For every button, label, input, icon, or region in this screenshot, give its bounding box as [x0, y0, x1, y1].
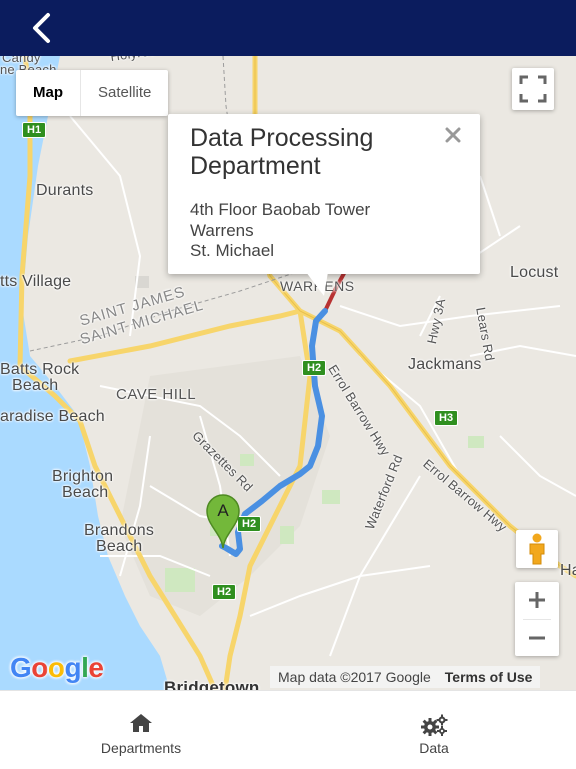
app-bar [0, 0, 576, 56]
map-label-bridgetown: Bridgetown [164, 678, 260, 690]
home-icon [130, 714, 152, 732]
marker-label: A [217, 501, 229, 520]
map-label-locust: Locust [510, 264, 559, 281]
plus-icon [529, 592, 545, 608]
tab-data[interactable]: Data [384, 691, 484, 769]
info-window-address: 4th Floor Baobab Tower Warrens St. Micha… [190, 200, 370, 262]
map-view[interactable]: Candy ne Beach Holyrood Rd Durants Locus… [0, 56, 576, 690]
map-data-text: Map data ©2017 Google [278, 669, 431, 685]
info-window-close-button[interactable] [442, 124, 464, 146]
map-label-ha: Ha [560, 562, 576, 579]
map-attribution: Map data ©2017 Google Terms of Use [270, 666, 541, 688]
tab-label: Data [419, 740, 449, 756]
map-label-jackmans: Jackmans [408, 356, 482, 373]
address-line: St. Michael [190, 241, 275, 260]
street-view-pegman-button[interactable] [516, 530, 558, 568]
gears-icon [421, 714, 448, 736]
terms-of-use-link[interactable]: Terms of Use [445, 669, 533, 685]
fullscreen-icon [519, 75, 547, 103]
map-type-satellite-button[interactable]: Satellite [81, 70, 168, 116]
map-label-cave-hill: CAVE HILL [116, 386, 197, 403]
info-window-tail [306, 272, 328, 296]
info-window-title: Data Processing Department [190, 124, 374, 180]
highway-shield-h2: H2 [302, 360, 327, 376]
fullscreen-button[interactable] [512, 68, 554, 110]
zoom-in-button[interactable] [515, 582, 559, 618]
bottom-tab-bar: Departments Data [0, 690, 576, 769]
minus-icon [529, 636, 545, 640]
address-line: 4th Floor Baobab Tower [190, 200, 371, 219]
map-label-paradise-beach: aradise Beach [0, 408, 105, 425]
zoom-out-button[interactable] [515, 620, 559, 656]
highway-shield-h1: H1 [22, 122, 47, 138]
google-logo: Google [10, 652, 104, 683]
close-icon [445, 127, 461, 143]
map-marker-a[interactable]: A [205, 493, 241, 549]
map-label-durants: Durants [36, 182, 94, 199]
map-label-brandons-beach: Beach [96, 538, 143, 555]
back-button[interactable] [22, 10, 62, 46]
pegman-icon [529, 533, 545, 565]
info-window: Data Processing Department 4th Floor Bao… [168, 114, 480, 274]
highway-shield-h3: H3 [434, 410, 459, 426]
tab-label: Departments [100, 740, 182, 756]
chevron-left-icon [33, 13, 50, 43]
tab-departments[interactable]: Departments [80, 691, 202, 769]
map-type-map-button[interactable]: Map [16, 70, 80, 116]
map-label-batts-beach: Beach [12, 377, 59, 394]
address-line: Warrens [190, 220, 254, 240]
highway-shield-h2: H2 [212, 584, 237, 600]
zoom-control [515, 582, 559, 656]
map-type-control: Map Satellite [16, 70, 169, 116]
map-label-brighton-beach: Beach [62, 484, 109, 501]
map-label-tts-village: tts Village [0, 273, 72, 290]
